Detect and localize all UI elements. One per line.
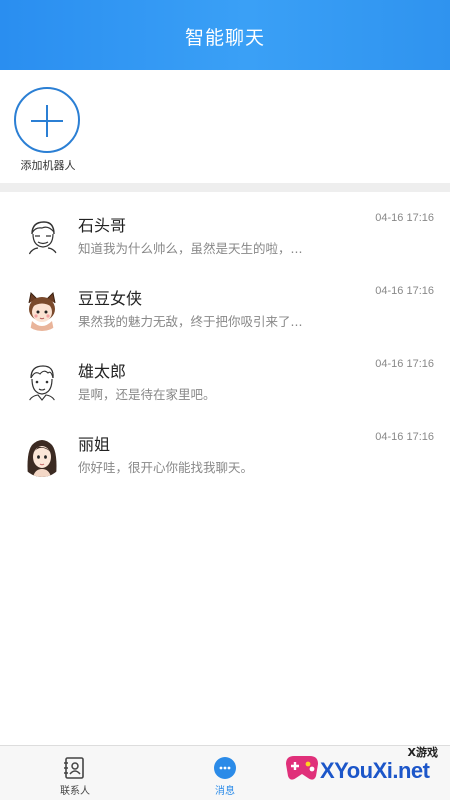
chat-preview: 知道我为什么帅么，虽然是天生的啦，... <box>78 241 303 256</box>
avatar <box>20 360 64 404</box>
plus-icon-vertical <box>46 105 48 137</box>
tab-messages[interactable]: 消息 <box>180 746 270 800</box>
chat-preview: 你好哇，很开心你能找我聊天。 <box>78 460 254 475</box>
avatar <box>20 287 64 331</box>
avatar <box>20 433 64 477</box>
chat-list: 石头哥 04-16 17:16 知道我为什么帅么，虽然是天生的啦，... 豆豆女… <box>0 192 450 484</box>
tab-messages-label: 消息 <box>215 786 235 797</box>
app-header: 智能聊天 <box>0 0 450 70</box>
add-robot-label: 添加机器人 <box>20 159 76 172</box>
avatar <box>20 214 64 258</box>
watermark: X游戏 XYouXi.net <box>280 740 450 800</box>
add-robot-button[interactable] <box>14 87 80 153</box>
chat-time: 04-16 17:16 <box>375 212 434 224</box>
chat-item-doudou[interactable]: 豆豆女侠 04-16 17:16 果然我的魅力无敌，终于把你吸引来了... <box>0 265 450 338</box>
chat-preview: 果然我的魅力无敌，终于把你吸引来了... <box>78 314 303 329</box>
chat-name: 石头哥 <box>78 216 127 235</box>
watermark-domain-text: XYouXi.net <box>320 758 430 783</box>
add-robot-section: 添加机器人 <box>0 70 450 183</box>
chat-name: 豆豆女侠 <box>78 289 143 308</box>
gamepad-logo-icon <box>286 756 318 780</box>
chat-time: 04-16 17:16 <box>375 285 434 297</box>
section-divider <box>0 183 450 192</box>
chat-time: 04-16 17:16 <box>375 431 434 443</box>
page-title: 智能聊天 <box>184 26 265 49</box>
chat-name: 雄太郎 <box>78 362 127 381</box>
chat-item-lijie[interactable]: 丽姐 04-16 17:16 你好哇，很开心你能找我聊天。 <box>0 411 450 484</box>
chat-preview: 是啊，还是待在家里吧。 <box>78 387 216 402</box>
chat-item-shitouge[interactable]: 石头哥 04-16 17:16 知道我为什么帅么，虽然是天生的啦，... <box>0 192 450 265</box>
message-bubble-icon <box>214 757 236 779</box>
contacts-icon <box>64 757 84 779</box>
tab-contacts-label: 联系人 <box>60 786 90 797</box>
chat-item-xiongtailang[interactable]: 雄太郎 04-16 17:16 是啊，还是待在家里吧。 <box>0 338 450 411</box>
chat-name: 丽姐 <box>78 435 111 454</box>
chat-time: 04-16 17:16 <box>375 358 434 370</box>
tab-contacts[interactable]: 联系人 <box>30 746 120 800</box>
